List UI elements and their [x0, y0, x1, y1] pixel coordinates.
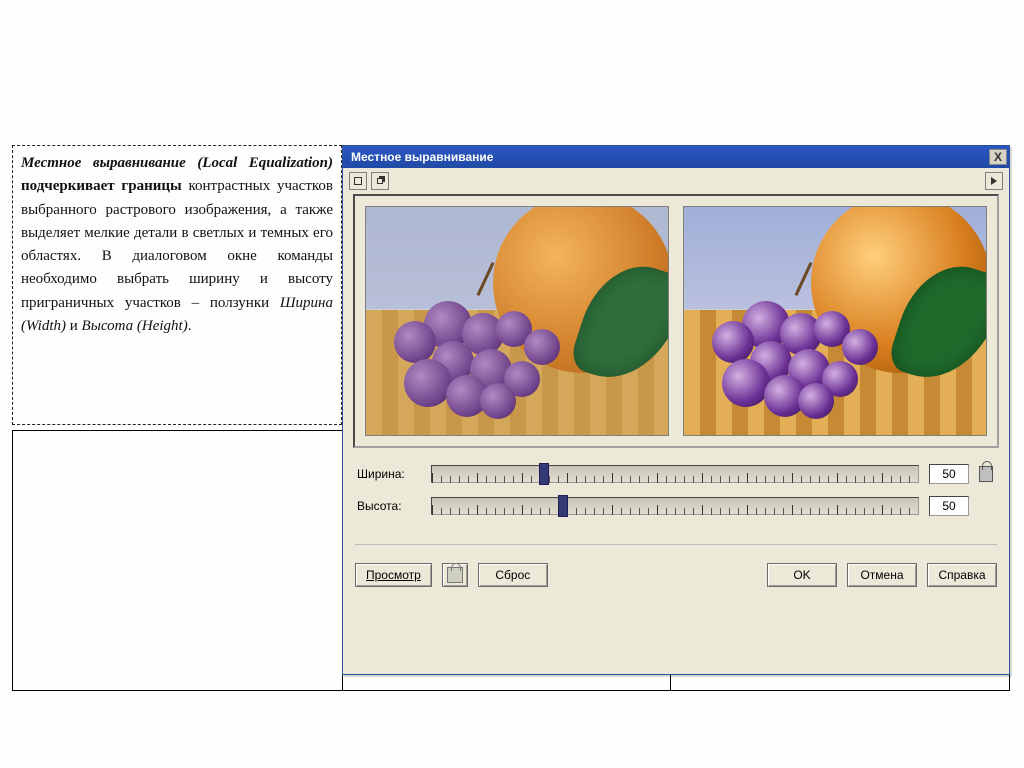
divider: [355, 544, 997, 545]
preview-button[interactable]: Просмотр: [355, 563, 432, 587]
slider-panel: Ширина: 50 Высота: 50: [343, 448, 1009, 534]
height-slider[interactable]: [431, 497, 919, 515]
width-slider[interactable]: [431, 465, 919, 483]
table-rule: [12, 430, 13, 690]
help-button[interactable]: Справка: [927, 563, 997, 587]
cancel-button[interactable]: Отмена: [847, 563, 917, 587]
lock-icon[interactable]: [979, 466, 993, 482]
preview-original[interactable]: [365, 206, 669, 436]
dual-preview-button[interactable]: [371, 172, 389, 190]
dialog-title: Местное выравнивание: [351, 150, 493, 164]
width-label: Ширина:: [357, 467, 421, 481]
preview-area: [353, 194, 999, 448]
close-icon[interactable]: X: [989, 149, 1007, 165]
width-value[interactable]: 50: [929, 464, 969, 484]
single-preview-button[interactable]: [349, 172, 367, 190]
ok-button[interactable]: OK: [767, 563, 837, 587]
table-rule: [12, 690, 1010, 691]
expand-button[interactable]: [985, 172, 1003, 190]
dialog-button-bar: Просмотр Сброс OK Отмена Справка: [343, 555, 1009, 599]
height-value[interactable]: 50: [929, 496, 969, 516]
reset-button[interactable]: Сброс: [478, 563, 548, 587]
dialog-titlebar[interactable]: Местное выравнивание X: [343, 146, 1009, 168]
preview-result[interactable]: [683, 206, 987, 436]
local-equalization-dialog: Местное выравнивание X: [342, 145, 1010, 675]
height-label: Высота:: [357, 499, 421, 513]
lock-icon: [447, 567, 463, 583]
dialog-toolbar: [343, 168, 1009, 194]
lock-preview-button[interactable]: [442, 563, 468, 587]
doc-text-cell: Местное выравнивание (Local Equalization…: [12, 145, 342, 425]
